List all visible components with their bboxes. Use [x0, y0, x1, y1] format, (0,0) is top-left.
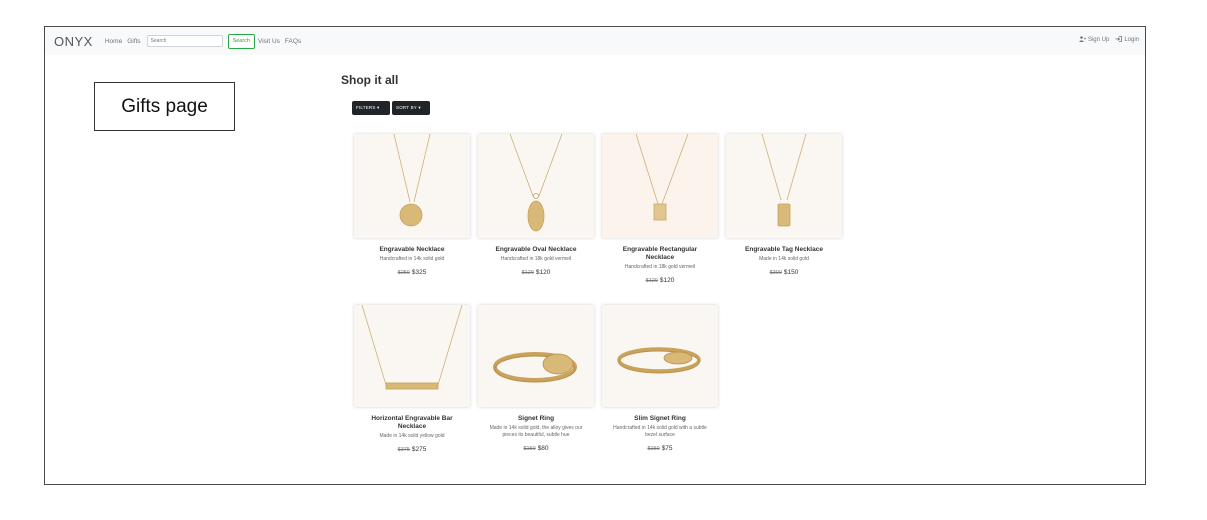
product-price: $120 $120	[478, 269, 594, 276]
product-description: Handcrafted in 14k solid gold with a sub…	[613, 425, 707, 438]
original-price: $250	[397, 270, 410, 276]
original-price: $120	[645, 278, 658, 284]
original-price: $375	[397, 447, 410, 453]
product-name[interactable]: Engravable Rectangular Necklace	[602, 246, 718, 262]
nav-link-faqs[interactable]: FAQs	[285, 38, 301, 45]
product-card[interactable]: Engravable Tag Necklace Made in 14k soli…	[726, 134, 842, 276]
login-link[interactable]: Login	[1115, 36, 1139, 44]
product-image-tag-necklace[interactable]	[726, 134, 842, 238]
product-name[interactable]: Slim Signet Ring	[602, 415, 718, 423]
login-icon	[1115, 36, 1123, 44]
product-description: Handcrafted in 18k gold vermeil	[500, 256, 572, 262]
login-label: Login	[1124, 37, 1139, 43]
product-price: $150 $80	[478, 445, 594, 452]
product-price: $150 $75	[602, 445, 718, 452]
product-price: $375 $275	[354, 446, 470, 453]
page-title: Shop it all	[341, 73, 399, 87]
signup-link[interactable]: Sign Up	[1078, 36, 1110, 44]
product-card[interactable]: Engravable Necklace Handcrafted in 14k s…	[354, 134, 470, 276]
sale-price: $120	[535, 269, 551, 276]
sale-price: $120	[659, 277, 675, 284]
product-card[interactable]: Signet Ring Made in 14k solid gold, the …	[478, 305, 594, 452]
product-price: $300 $150	[726, 269, 842, 276]
product-image-bar-necklace[interactable]	[354, 305, 470, 407]
nav-account: Sign Up Login	[1078, 36, 1139, 44]
product-name[interactable]: Horizontal Engravable Bar Necklace	[354, 415, 470, 431]
sale-price: $150	[783, 269, 799, 276]
user-plus-icon	[1078, 36, 1086, 44]
product-card[interactable]: Engravable Oval Necklace Handcrafted in …	[478, 134, 594, 276]
nav-link-visit-us[interactable]: Visit Us	[258, 38, 280, 45]
product-image-oval-necklace[interactable]	[478, 134, 594, 238]
product-card[interactable]: Horizontal Engravable Bar Necklace Made …	[354, 305, 470, 453]
product-price: $250 $325	[354, 269, 470, 276]
product-card[interactable]: Slim Signet Ring Handcrafted in 14k soli…	[602, 305, 718, 452]
filters-dropdown-button[interactable]: FILTERS ▾	[352, 101, 390, 115]
original-price: $150	[523, 446, 536, 452]
search-button[interactable]: Search	[227, 33, 255, 49]
product-card[interactable]: Engravable Rectangular Necklace Handcraf…	[602, 134, 718, 284]
product-name[interactable]: Signet Ring	[478, 415, 594, 423]
product-image-rectangular-necklace[interactable]	[602, 134, 718, 238]
brand-logo[interactable]: ONYX	[54, 34, 93, 49]
product-description: Made in 14k solid gold	[759, 256, 809, 262]
navbar: ONYX Home Gifts Search Visit Us FAQs Sig…	[45, 27, 1145, 55]
product-image-signet-ring[interactable]	[478, 305, 594, 407]
product-description: Handcrafted in 14k solid gold	[379, 256, 445, 262]
browser-frame: ONYX Home Gifts Search Visit Us FAQs Sig…	[44, 26, 1146, 485]
original-price: $300	[769, 270, 782, 276]
product-description: Handcrafted in 18k gold vermeil	[624, 264, 696, 270]
product-image-slim-signet-ring[interactable]	[602, 305, 718, 407]
product-name[interactable]: Engravable Necklace	[354, 246, 470, 254]
product-image-engravable-necklace[interactable]	[354, 134, 470, 238]
product-name[interactable]: Engravable Tag Necklace	[726, 246, 842, 254]
product-price: $120 $120	[602, 277, 718, 284]
sort-by-dropdown-button[interactable]: SORT BY ▾	[392, 101, 430, 115]
nav-link-gifts[interactable]: Gifts	[127, 38, 140, 45]
sale-price: $80	[537, 445, 549, 452]
product-name[interactable]: Engravable Oval Necklace	[478, 246, 594, 254]
sale-price: $275	[411, 446, 427, 453]
original-price: $120	[521, 270, 534, 276]
sale-price: $325	[411, 269, 427, 276]
page-annotation-label: Gifts page	[94, 82, 235, 131]
product-description: Made in 14k solid yellow gold	[379, 433, 445, 439]
signup-label: Sign Up	[1087, 37, 1110, 43]
nav-link-home[interactable]: Home	[105, 38, 122, 45]
search-input[interactable]	[146, 35, 223, 47]
original-price: $150	[647, 446, 660, 452]
sale-price: $75	[661, 445, 673, 452]
product-description: Made in 14k solid gold, the alloy gives …	[489, 425, 583, 438]
